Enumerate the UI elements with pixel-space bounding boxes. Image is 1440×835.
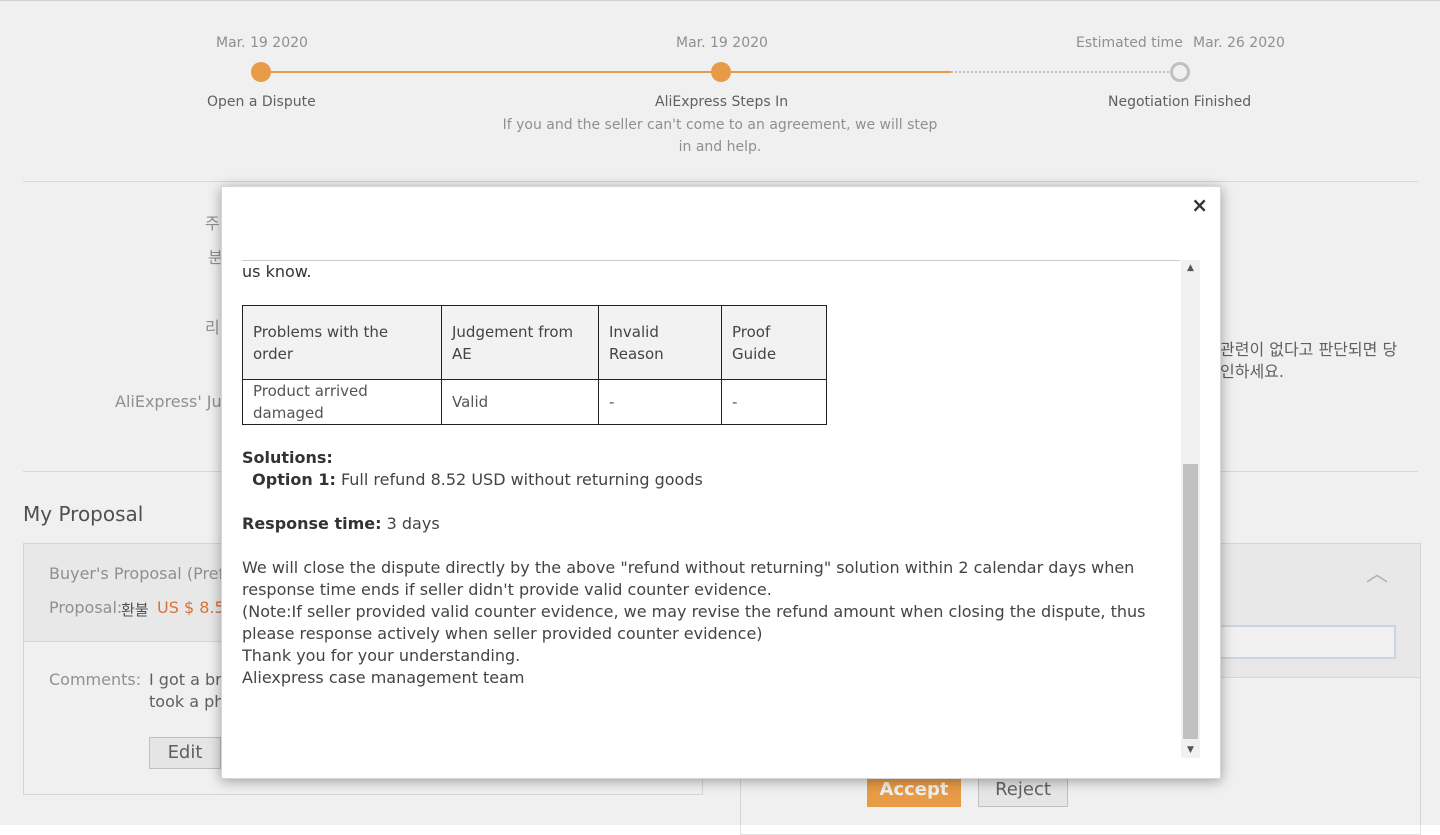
response-label: Response time: (242, 514, 382, 533)
table-cell-invalid-reason: - (598, 379, 722, 425)
close-icon[interactable]: × (1191, 195, 1208, 215)
cut-text: us know. (242, 262, 312, 281)
judgement-modal: × us know. Problems with the order Judge… (221, 186, 1221, 779)
vertical-scrollbar[interactable]: ▲ ▼ (1181, 260, 1200, 758)
scroll-up-arrow-icon[interactable]: ▲ (1181, 260, 1200, 276)
judgement-table: Problems with the order Judgement from A… (242, 305, 827, 425)
response-time: Response time: 3 days (242, 513, 1180, 535)
solutions-label: Solutions: (242, 448, 333, 467)
modal-scroll-area[interactable]: us know. Problems with the order Judgeme… (242, 260, 1180, 757)
table-header: Invalid Reason (598, 305, 722, 380)
scrollbar-thumb[interactable] (1183, 464, 1198, 739)
option-text: Full refund 8.52 USD without returning g… (340, 470, 703, 489)
table-cell-judgement: Valid (441, 379, 599, 425)
table-header-row: Problems with the order Judgement from A… (242, 305, 827, 380)
thanks-text: Thank you for your understanding. (242, 646, 521, 665)
modal-content: us know. Problems with the order Judgeme… (242, 261, 1180, 689)
closing-paragraph-1: We will close the dispute directly by th… (242, 558, 1135, 599)
table-header: Judgement from AE (441, 305, 599, 380)
table-row: Product arrived damaged Valid - - (242, 379, 827, 425)
solutions-section: Solutions: Option 1: Full refund 8.52 US… (242, 447, 1180, 491)
response-value: 3 days (386, 514, 440, 533)
table-header: Problems with the order (242, 305, 442, 380)
signature-text: Aliexpress case management team (242, 668, 525, 687)
table-cell-problem: Product arrived damaged (242, 379, 442, 425)
table-cell-proof-guide: - (721, 379, 827, 425)
table-header: Proof Guide (721, 305, 827, 380)
option-label: Option 1: (252, 470, 336, 489)
scroll-down-arrow-icon[interactable]: ▼ (1181, 742, 1200, 758)
closing-paragraph-2: (Note:If seller provided valid counter e… (242, 602, 1146, 643)
